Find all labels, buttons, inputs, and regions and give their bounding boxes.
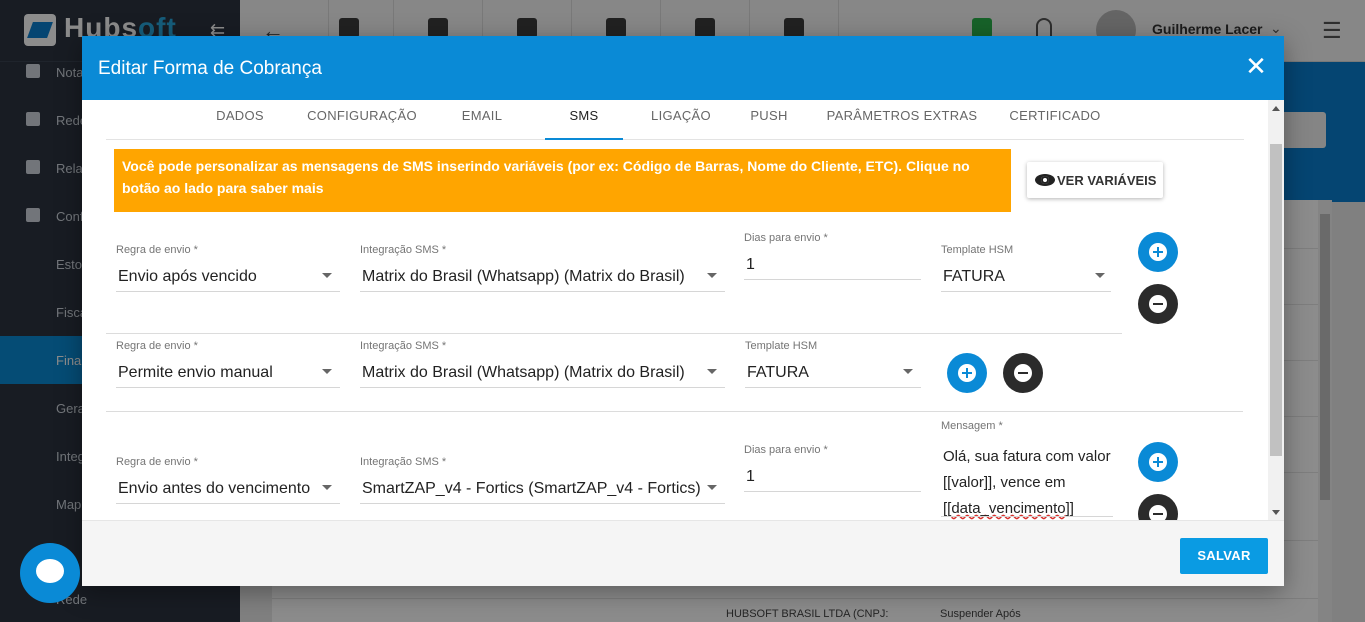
- tab-configuracao[interactable]: CONFIGURAÇÃO: [302, 100, 422, 140]
- dropdown-caret-icon: [322, 273, 332, 278]
- modal-header: Editar Forma de Cobrança ✕: [82, 36, 1284, 100]
- tab-parametros-extras[interactable]: PARÂMETROS EXTRAS: [818, 100, 986, 140]
- dropdown-caret-icon: [707, 485, 717, 490]
- view-variables-button[interactable]: VER VARIÁVEIS: [1027, 162, 1163, 198]
- plus-icon: [958, 364, 976, 382]
- add-rule-button[interactable]: [1138, 442, 1178, 482]
- dropdown-caret-icon: [1095, 273, 1105, 278]
- remove-rule-button[interactable]: [1003, 353, 1043, 393]
- close-icon[interactable]: ✕: [1244, 53, 1268, 79]
- modal-title: Editar Forma de Cobrança: [98, 58, 322, 79]
- mensagem-textarea[interactable]: Mensagem * Olá, sua fatura com valor [[v…: [941, 420, 1113, 520]
- modal-footer: SALVAR: [82, 520, 1284, 586]
- template-hsm-select[interactable]: Template HSM FATURA: [745, 340, 921, 388]
- regra-envio-select[interactable]: Regra de envio * Permite envio manual: [116, 340, 340, 388]
- remove-rule-button[interactable]: [1138, 494, 1178, 520]
- dropdown-caret-icon: [707, 273, 717, 278]
- scroll-down-icon[interactable]: [1272, 510, 1280, 515]
- dropdown-caret-icon: [707, 369, 717, 374]
- tab-dados[interactable]: DADOS: [202, 100, 278, 140]
- template-hsm-select[interactable]: Template HSM FATURA: [941, 244, 1111, 292]
- tab-bar: DADOS CONFIGURAÇÃO EMAIL SMS LIGAÇÃO PUS…: [106, 100, 1244, 140]
- tab-certificado[interactable]: CERTIFICADO: [1004, 100, 1106, 140]
- regra-envio-select[interactable]: Regra de envio * Envio após vencido: [116, 244, 340, 292]
- scrollbar-thumb[interactable]: [1270, 144, 1282, 456]
- modal-body: DADOS CONFIGURAÇÃO EMAIL SMS LIGAÇÃO PUS…: [82, 100, 1284, 520]
- dropdown-caret-icon: [903, 369, 913, 374]
- plus-icon: [1149, 453, 1167, 471]
- minus-icon: [1149, 505, 1167, 520]
- modal-scrollbar[interactable]: [1268, 100, 1284, 520]
- info-alert: Você pode personalizar as mensagens de S…: [114, 149, 1011, 212]
- tab-ligacao[interactable]: LIGAÇÃO: [636, 100, 726, 140]
- dropdown-caret-icon: [322, 369, 332, 374]
- edit-payment-method-modal: Editar Forma de Cobrança ✕ DADOS CONFIGU…: [82, 36, 1284, 586]
- plus-icon: [1149, 243, 1167, 261]
- scroll-up-icon[interactable]: [1272, 106, 1280, 111]
- add-rule-button[interactable]: [1138, 232, 1178, 272]
- regra-envio-select[interactable]: Regra de envio * Envio antes do vencimen…: [116, 456, 340, 504]
- tab-push[interactable]: PUSH: [738, 100, 800, 140]
- integracao-sms-select[interactable]: Integração SMS * Matrix do Brasil (Whats…: [360, 340, 725, 388]
- divider: [106, 333, 1122, 334]
- dias-envio-input[interactable]: Dias para envio * 1: [744, 444, 921, 492]
- integracao-sms-select[interactable]: Integração SMS * Matrix do Brasil (Whats…: [360, 244, 725, 292]
- remove-rule-button[interactable]: [1138, 284, 1178, 324]
- divider: [106, 411, 1243, 412]
- minus-icon: [1149, 295, 1167, 313]
- dias-envio-input[interactable]: Dias para envio * 1: [744, 232, 921, 280]
- dropdown-caret-icon: [322, 485, 332, 490]
- eye-icon: [1035, 174, 1055, 186]
- tab-email[interactable]: EMAIL: [446, 100, 518, 140]
- integracao-sms-select[interactable]: Integração SMS * SmartZAP_v4 - Fortics (…: [360, 456, 725, 504]
- minus-icon: [1014, 364, 1032, 382]
- save-button[interactable]: SALVAR: [1180, 538, 1268, 574]
- tab-sms[interactable]: SMS: [545, 100, 623, 140]
- chat-icon[interactable]: [20, 543, 80, 603]
- add-rule-button[interactable]: [947, 353, 987, 393]
